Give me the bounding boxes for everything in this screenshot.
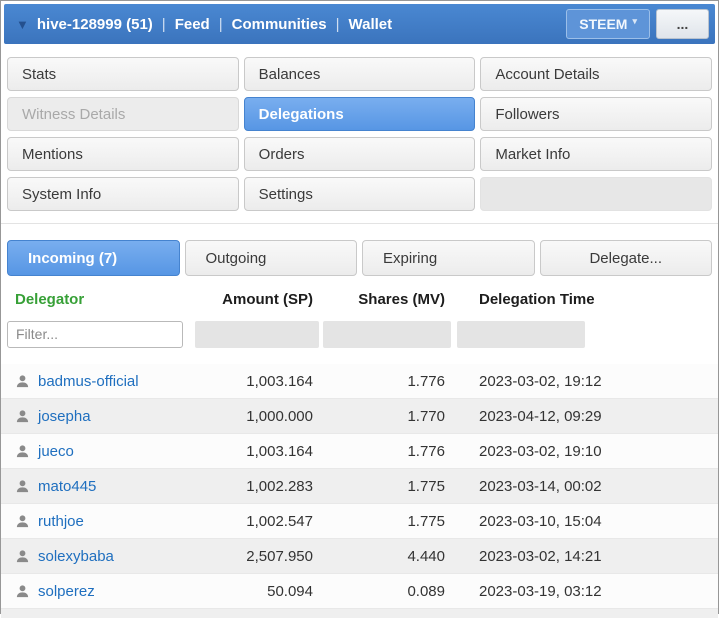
nav-button-stats[interactable]: Stats — [7, 57, 239, 91]
delegation-time-cell: 2023-03-14, 00:02 — [479, 477, 602, 495]
table-body: badmus-official 1,003.164 1.776 2023-03-… — [1, 364, 718, 618]
topnav-feed[interactable]: Feed — [175, 16, 210, 33]
more-options-button[interactable]: ... — [656, 9, 709, 39]
delegator-link[interactable]: mato445 — [38, 478, 96, 495]
amount-cell: 1,000.000 — [246, 407, 313, 425]
nav-grid-empty-cell — [480, 177, 712, 211]
shares-cell: 1.775 — [407, 477, 445, 495]
table-row: solperez 50.094 0.089 2023-03-19, 03:12 — [1, 574, 718, 609]
nav-button-followers[interactable]: Followers — [480, 97, 712, 131]
delegator-link[interactable]: jueco — [38, 443, 74, 460]
currency-label: STEEM — [579, 16, 628, 32]
amount-cell: 1,003.164 — [246, 442, 313, 460]
delegation-time-cell: 2023-03-19, 03:12 — [479, 582, 602, 600]
amount-cell: 1,002.547 — [246, 512, 313, 530]
amount-cell: 2,507.950 — [246, 547, 313, 565]
nav-button-witness-details: Witness Details — [7, 97, 239, 131]
nav-button-mentions[interactable]: Mentions — [7, 137, 239, 171]
shares-cell: 1.775 — [407, 512, 445, 530]
tab-incoming[interactable]: Incoming (7) — [7, 240, 180, 276]
delegations-table: Delegator Amount (SP) Shares (MV) Delega… — [1, 282, 718, 618]
table-row: badmus-official 1,003.164 1.776 2023-03-… — [1, 364, 718, 399]
amount-cell: 50.094 — [267, 582, 313, 600]
tab-expiring[interactable]: Expiring — [362, 240, 535, 276]
separator: | — [161, 15, 166, 33]
user-icon — [16, 549, 29, 562]
table-row: mato445 1,002.283 1.775 2023-03-14, 00:0… — [1, 469, 718, 504]
table-row: josepha 1,000.000 1.770 2023-04-12, 09:2… — [1, 399, 718, 434]
topnav-wallet[interactable]: Wallet — [349, 16, 393, 33]
user-icon — [16, 479, 29, 492]
nav-button-delegations[interactable]: Delegations — [243, 97, 476, 131]
shares-cell: 1.776 — [407, 442, 445, 460]
delegator-link[interactable]: ruthjoe — [38, 513, 84, 530]
user-icon — [16, 514, 29, 527]
table-row: solexybaba 2,507.950 4.440 2023-03-02, 1… — [1, 539, 718, 574]
account-name[interactable]: hive-128999 (51) — [37, 16, 153, 33]
delegator-link[interactable]: badmus-official — [38, 373, 139, 390]
nav-button-system-info[interactable]: System Info — [7, 177, 239, 211]
delegator-link[interactable]: solexybaba — [38, 548, 114, 565]
separator: | — [218, 15, 223, 33]
shares-cell: 1.776 — [407, 372, 445, 390]
amount-cell: 1,003.164 — [246, 372, 313, 390]
table-row: ruthjoe 1,002.547 1.775 2023-03-10, 15:0… — [1, 504, 718, 539]
shares-cell: 0.089 — [407, 582, 445, 600]
column-header-delegator[interactable]: Delegator — [1, 291, 193, 308]
amount-cell: 1,002.283 — [246, 477, 313, 495]
shares-cell: 4.440 — [407, 547, 445, 565]
user-icon — [16, 374, 29, 387]
table-header-row: Delegator Amount (SP) Shares (MV) Delega… — [1, 282, 718, 316]
user-icon — [16, 444, 29, 457]
tab-outgoing[interactable]: Outgoing — [184, 240, 357, 276]
account-dropdown-caret[interactable]: ▼ — [16, 17, 29, 32]
topnav-communities[interactable]: Communities — [232, 16, 327, 33]
filter-row — [1, 316, 718, 352]
tab-delegate[interactable]: Delegate... — [539, 240, 712, 276]
filter-cell-amount — [195, 320, 319, 348]
delegator-link[interactable]: solperez — [38, 583, 95, 600]
filter-cell-shares — [323, 320, 451, 348]
column-header-shares[interactable]: Shares (MV) — [321, 291, 453, 308]
chevron-down-icon: ▾ — [632, 16, 637, 26]
shares-cell: 1.770 — [407, 407, 445, 425]
delegation-time-cell: 2023-03-02, 19:12 — [479, 372, 602, 390]
filter-cell-time — [457, 320, 585, 348]
user-icon — [16, 409, 29, 422]
section-nav-grid: Stats Balances Account Details Witness D… — [1, 47, 718, 211]
delegation-time-cell: 2023-03-02, 14:21 — [479, 547, 602, 565]
currency-select-button[interactable]: STEEM ▾ — [566, 9, 650, 39]
delegation-time-cell: 2023-03-02, 19:10 — [479, 442, 602, 460]
separator: | — [335, 15, 340, 33]
column-header-delegation-time[interactable]: Delegation Time — [453, 291, 718, 308]
table-row: jueco 1,003.164 1.776 2023-03-02, 19:10 — [1, 434, 718, 469]
nav-button-balances[interactable]: Balances — [243, 57, 476, 91]
delegator-link[interactable]: josepha — [38, 408, 91, 425]
column-header-amount[interactable]: Amount (SP) — [193, 291, 321, 308]
topbar-right: STEEM ▾ ... — [566, 9, 709, 39]
nav-button-account-details[interactable]: Account Details — [480, 57, 712, 91]
delegation-time-cell: 2023-04-12, 09:29 — [479, 407, 602, 425]
user-icon — [16, 584, 29, 597]
delegation-tabs: Incoming (7) Outgoing Expiring Delegate.… — [1, 224, 718, 276]
delegation-time-cell: 2023-03-10, 15:04 — [479, 512, 602, 530]
filter-input[interactable] — [7, 320, 183, 348]
nav-button-market-info[interactable]: Market Info — [480, 137, 712, 171]
topbar: ▼ hive-128999 (51) | Feed | Communities … — [4, 4, 715, 44]
nav-button-settings[interactable]: Settings — [243, 177, 476, 211]
nav-button-orders[interactable]: Orders — [243, 137, 476, 171]
